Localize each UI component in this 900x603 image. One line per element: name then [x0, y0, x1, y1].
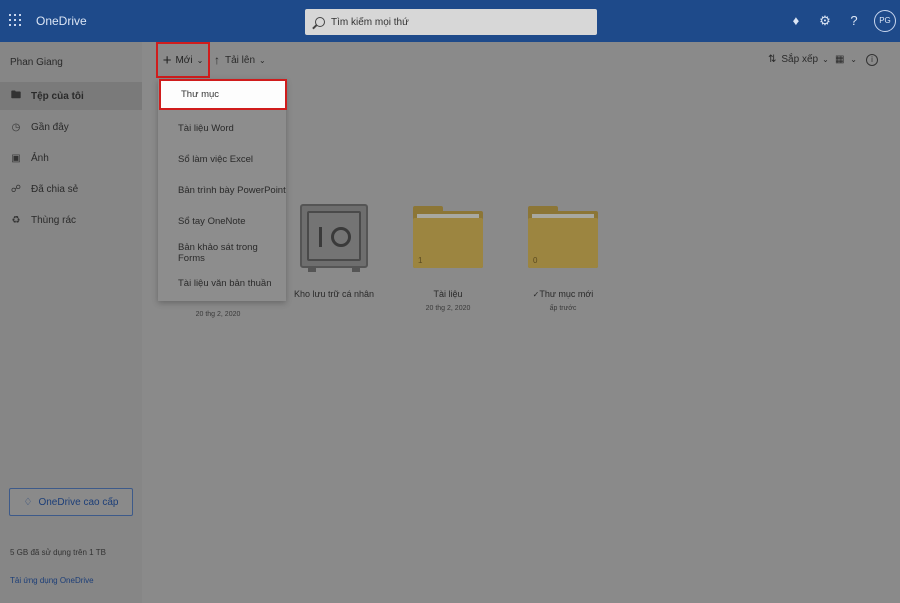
sidebar-item-label: Tệp của tôi: [31, 90, 84, 102]
upload-button-label: Tải lên: [225, 54, 256, 66]
sort-button[interactable]: ⇅ Sắp xếp ⌄: [768, 54, 829, 65]
menu-item-forms[interactable]: Bản khảo sát trong Forms: [158, 237, 286, 268]
info-icon[interactable]: i: [866, 54, 878, 66]
folder-icon[interactable]: 1: [413, 206, 483, 268]
menu-item-word[interactable]: Tài liệu Word: [158, 113, 286, 144]
folder-icon: 🖿: [11, 89, 21, 101]
upload-icon: ↑: [214, 53, 220, 67]
top-bar: OneDrive Tìm kiếm mọi thứ ♦ ⚙ ? PG: [0, 0, 900, 42]
tile-item[interactable]: 20 thg 2, 2020: [158, 305, 278, 318]
menu-item-powerpoint[interactable]: Bản trình bày PowerPoint: [158, 175, 286, 206]
sidebar-item-label: Đã chia sẻ: [31, 183, 79, 195]
tile-date: ấp trước: [549, 305, 577, 312]
tile-name: ✓Thư mục mới: [503, 289, 623, 299]
search-box[interactable]: Tìm kiếm mọi thứ: [305, 9, 597, 35]
diamond-icon[interactable]: ♦: [788, 12, 804, 30]
premium-button-label: OneDrive cao cấp: [38, 496, 119, 508]
chevron-down-icon: ⌄: [822, 55, 829, 64]
sort-button-label: Sắp xếp: [781, 54, 819, 65]
grid-view-icon: ▦: [835, 54, 845, 65]
photo-icon: ▣: [11, 152, 21, 164]
tile-name-text: Thư mục mới: [539, 289, 594, 299]
folder-count: 0: [533, 256, 538, 265]
menu-item-onenote[interactable]: Sổ tay OneNote: [158, 206, 286, 237]
sidebar: Phan Giang 🖿 Tệp của tôi ◷ Gần đây ▣ Ảnh…: [0, 42, 142, 603]
vault-foot: [308, 268, 316, 272]
new-menu: Thư mục Tài liệu Word Sổ làm việc Excel …: [158, 79, 287, 301]
avatar[interactable]: PG: [874, 10, 896, 32]
chevron-down-icon: ⌄: [259, 55, 266, 65]
search-placeholder: Tìm kiếm mọi thứ: [331, 16, 409, 28]
diamond-icon: ♢: [23, 496, 33, 508]
share-icon: ☍: [10, 183, 22, 195]
chevron-down-icon: ⌄: [196, 55, 204, 65]
tile-new-folder[interactable]: ✓Thư mục mới ấp trước: [503, 289, 623, 312]
personal-vault-icon[interactable]: [300, 204, 368, 272]
sidebar-item-photos[interactable]: ▣ Ảnh: [0, 144, 142, 172]
sidebar-item-recent[interactable]: ◷ Gần đây: [0, 113, 142, 141]
vault-handle: [319, 227, 322, 247]
app-launcher-icon[interactable]: [9, 14, 21, 26]
clock-icon: ◷: [11, 121, 21, 133]
tile-date: 20 thg 2, 2020: [425, 305, 471, 312]
folder-count: 1: [418, 256, 423, 265]
tile-documents[interactable]: Tài liệu 20 thg 2, 2020: [388, 289, 508, 312]
sort-icon: ⇅: [768, 54, 777, 65]
tile-name: Tài liệu: [433, 289, 463, 299]
sidebar-item-label: Gần đây: [31, 121, 69, 133]
view-options-button[interactable]: ▦ ⌄: [835, 54, 857, 65]
upload-button[interactable]: ↑ Tải lên ⌄: [214, 53, 266, 67]
sidebar-item-label: Thùng rác: [31, 214, 77, 226]
vault-door: [307, 211, 361, 261]
sidebar-item-label: Ảnh: [31, 152, 49, 164]
recycle-bin-icon: ♻: [11, 214, 21, 226]
sidebar-item-recycle-bin[interactable]: ♻ Thùng rác: [0, 206, 142, 234]
help-icon[interactable]: ?: [846, 12, 862, 30]
search-icon: [315, 17, 325, 27]
new-button-label: Mới: [175, 54, 193, 66]
plus-icon: +: [162, 51, 172, 69]
premium-button[interactable]: ♢ OneDrive cao cấp: [9, 488, 133, 516]
tile-date: 20 thg 2, 2020: [195, 311, 241, 318]
app-brand[interactable]: OneDrive: [36, 14, 87, 28]
new-button[interactable]: + Mới ⌄: [156, 42, 210, 78]
get-apps-link[interactable]: Tải ứng dụng OneDrive: [10, 576, 94, 585]
menu-item-excel[interactable]: Sổ làm việc Excel: [158, 144, 286, 175]
vault-foot: [352, 268, 360, 272]
gear-icon[interactable]: ⚙: [817, 12, 833, 30]
sidebar-item-shared[interactable]: ☍ Đã chia sẻ: [0, 175, 142, 203]
tile-personal-vault[interactable]: Kho lưu trữ cá nhân: [274, 289, 394, 299]
storage-usage[interactable]: 5 GB đã sử dụng trên 1 TB: [10, 548, 106, 557]
user-name: Phan Giang: [10, 57, 63, 68]
menu-item-folder[interactable]: Thư mục: [159, 79, 287, 110]
menu-item-plain-text[interactable]: Tài liệu văn bản thuần: [158, 268, 286, 299]
folder-icon[interactable]: 0: [528, 206, 598, 268]
sidebar-item-my-files[interactable]: 🖿 Tệp của tôi: [0, 82, 142, 110]
chevron-down-icon: ⌄: [850, 55, 857, 64]
tile-name: Kho lưu trữ cá nhân: [293, 289, 375, 299]
vault-dial: [331, 227, 351, 247]
